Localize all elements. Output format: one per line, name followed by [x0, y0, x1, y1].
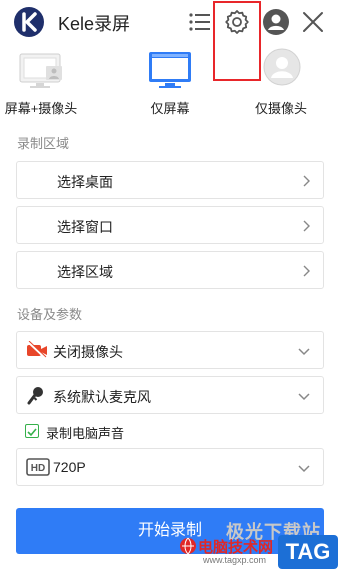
camera-person-icon [263, 48, 301, 86]
devices-title: 设备及参数 [17, 307, 83, 322]
chevron-right-icon [303, 220, 310, 232]
chevron-right-icon [303, 175, 310, 187]
microphone-select-value: 系统默认麦克风 [53, 389, 151, 405]
record-area-title: 录制区域 [17, 136, 70, 151]
microphone-select[interactable]: 系统默认麦克风 [16, 376, 324, 414]
mode-screen-only[interactable]: 仅屏幕 [115, 46, 225, 118]
record-pc-audio-checkbox[interactable] [25, 424, 39, 438]
camera-select[interactable]: 关闭摄像头 [16, 331, 324, 369]
title-bar: Kele录屏 [0, 0, 340, 42]
select-desktop-item[interactable]: 选择桌面 [16, 161, 324, 199]
hd-badge-text: HD [31, 463, 45, 474]
watermark-tag-logo: TAG [278, 535, 338, 569]
microphone-icon [27, 387, 43, 405]
row-label: 选择区域 [57, 264, 113, 280]
app-logo [14, 7, 44, 37]
chevron-down-icon [298, 393, 310, 401]
checkmark-icon [27, 428, 37, 437]
watermark-label: 电脑技术网 [198, 539, 274, 556]
menu-icon[interactable] [186, 8, 214, 36]
quality-select[interactable]: HD 720P [16, 448, 324, 486]
mode-label: 屏幕+摄像头 [4, 101, 78, 116]
user-avatar-icon[interactable] [262, 8, 290, 36]
close-icon[interactable] [299, 8, 327, 36]
globe-icon [180, 537, 196, 555]
chevron-right-icon [303, 265, 310, 277]
mode-label: 仅摄像头 [254, 101, 307, 116]
app-title: Kele录屏 [58, 14, 131, 34]
mode-screen-camera[interactable]: 屏幕+摄像头 [0, 46, 96, 118]
record-pc-audio-label[interactable]: 录制电脑声音 [46, 423, 124, 442]
chevron-down-icon [298, 465, 310, 473]
row-label: 选择窗口 [57, 219, 113, 235]
mode-label: 仅屏幕 [150, 101, 190, 116]
screen-icon [149, 52, 191, 88]
camera-select-value: 关闭摄像头 [53, 344, 123, 360]
screen-camera-icon [19, 53, 62, 88]
watermark-url: www.tagxp.com [203, 555, 267, 565]
quality-select-value: 720P [53, 459, 86, 475]
mode-camera-only[interactable]: 仅摄像头 [226, 46, 336, 118]
select-window-item[interactable]: 选择窗口 [16, 206, 324, 244]
hd-icon: HD [26, 458, 50, 476]
camera-off-icon [27, 341, 47, 359]
select-region-item[interactable]: 选择区域 [16, 251, 324, 289]
chevron-down-icon [298, 348, 310, 356]
row-label: 选择桌面 [57, 174, 113, 190]
